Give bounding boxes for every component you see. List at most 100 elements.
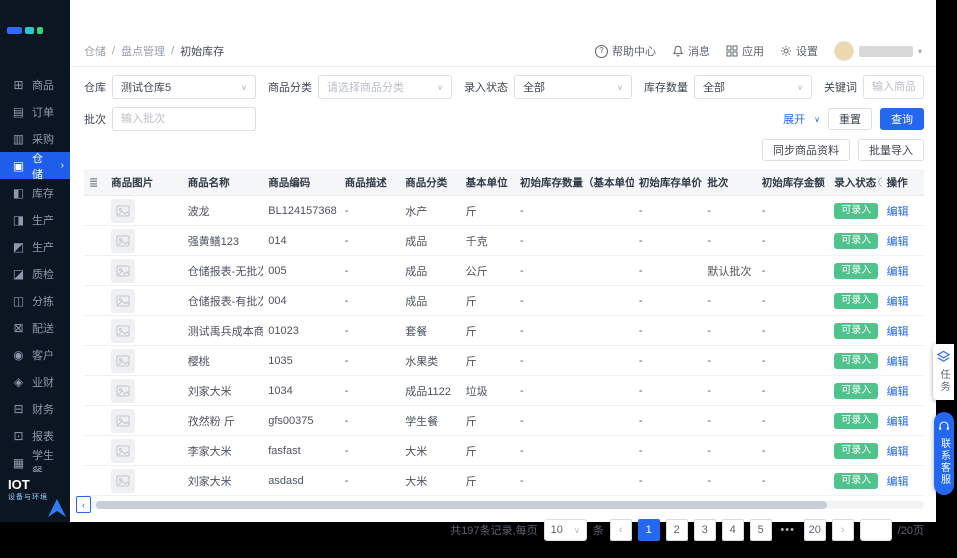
support-label: 联系客服 [938,438,950,486]
page-jump-suffix: /20页 [897,525,924,537]
edit-button[interactable]: 编辑 [887,206,909,218]
table-row: 刘家大米 1034 - 成品1122 垃圾 - - - - 可录入 编辑 [84,375,924,406]
user-menu[interactable]: ▾ [833,41,922,61]
sidebar-item-purchase[interactable]: ▥ 采购 [0,125,70,152]
edit-button[interactable]: 编辑 [887,266,909,278]
stock-qty-label: 库存数量 [644,82,688,94]
cell-product-category: 套餐 [400,315,461,346]
sidebar-item-label: 采购 [32,133,54,146]
prev-page-button[interactable]: ‹ [609,519,632,541]
expand-filters-link[interactable]: 展开 ∨ [783,111,820,127]
finance-icon: ⊟ [13,401,24,416]
sidebar-item-sorting[interactable]: ◫ 分拣 [0,287,70,314]
sidebar-item-quality[interactable]: ◪ 质检 [0,260,70,287]
cell-product-code: gfs00375 [263,405,340,436]
category-select[interactable]: 请选择商品分类 ∨ [318,75,452,99]
picture-icon [116,445,130,456]
edit-button[interactable]: 编辑 [887,386,909,398]
table-row: 强黄鳝123 014 - 成品 千克 - - - - 可录入 编辑 [84,225,924,256]
stock-qty-select[interactable]: 全部 ∨ [694,75,812,99]
cell-product-name: 刘家大米 [182,465,264,496]
cell-product-desc: - [339,195,401,226]
sidebar-item-orders[interactable]: ▤ 订单 [0,98,70,125]
scrollbar-thumb[interactable] [96,501,827,509]
sidebar-item-finance[interactable]: ⊟ 财务 [0,395,70,422]
sidebar-item-production[interactable]: ◨ 生产 [0,206,70,233]
picture-icon [116,325,130,336]
breadcrumb-section[interactable]: 盘点管理 [121,43,165,59]
search-button[interactable]: 查询 [880,108,924,130]
settings-label: 设置 [795,46,818,58]
cell-initial-qty: - [515,315,634,346]
keyword-input[interactable] [872,81,915,93]
sidebar-item-reports[interactable]: ⊡ 报表 [0,422,70,449]
cell-initial-qty: - [515,375,634,406]
edit-button[interactable]: 编辑 [887,446,909,458]
batch-import-button[interactable]: 批量导入 [858,139,924,161]
next-page-button[interactable]: › [831,519,854,541]
cell-base-unit: 斤 [460,315,515,346]
edit-button[interactable]: 编辑 [887,236,909,248]
warehouse-select[interactable]: 测试仓库5 ∨ [112,75,256,99]
batch-filter: 批次 [84,107,256,131]
orders-icon: ▤ [12,104,25,119]
cell-batch: - [702,405,757,436]
more-pages-icon[interactable]: ••• [778,520,798,540]
info-icon[interactable]: ⓘ [878,178,881,189]
sidebar-item-student-meal[interactable]: ▦ 学生餐 [0,449,70,473]
breadcrumb-separator: / [171,45,175,57]
delivery-icon: ⊠ [13,320,24,335]
page-button-20[interactable]: 20 [803,519,826,541]
edit-button[interactable]: 编辑 [887,416,909,428]
sidebar-item-production-2[interactable]: ◩ 生产 [0,233,70,260]
logo-bar-icon [7,26,22,34]
column-settings-icon[interactable]: ≣ [89,177,98,189]
edit-button[interactable]: 编辑 [887,326,909,338]
table-row: 仓储报表-无批次 005 - 成品 公斤 - - 默认批次 - 可录入 编辑 [84,255,924,286]
sidebar-item-biz-finance[interactable]: ◈ 业财 [0,368,70,395]
entry-status-select[interactable]: 全部 ∨ [514,75,632,99]
help-center-button[interactable]: ? 帮助中心 [594,43,656,59]
page-size-select[interactable]: 10 ∨ [543,519,587,541]
edit-button[interactable]: 编辑 [887,356,909,368]
sidebar-item-goods[interactable]: ⊞ 商品 [0,71,70,98]
page-button-5[interactable]: 5 [749,519,772,541]
production-icon: ◩ [12,239,25,254]
page-button-2[interactable]: 2 [665,519,688,541]
cell-product-code: 004 [263,285,340,316]
page-button-3[interactable]: 3 [693,519,716,541]
product-image-placeholder [111,288,136,313]
contact-support-button[interactable]: 联系客服 [934,412,954,495]
avatar [833,41,854,61]
cell-base-unit: 公斤 [460,255,515,286]
sidebar-item-delivery[interactable]: ⊠ 配送 [0,314,70,341]
cell-product-desc: - [339,435,401,466]
messages-button[interactable]: 消息 [672,43,710,59]
batch-input[interactable] [121,113,247,125]
picture-icon [116,385,130,396]
status-badge: 可录入 [834,202,879,219]
reset-button[interactable]: 重置 [828,108,872,130]
task-panel-button[interactable]: 任务 [933,344,954,400]
settings-button[interactable]: 设置 [780,43,818,59]
biz-finance-icon: ◈ [13,374,24,389]
sidebar-item-customers[interactable]: ◉ 客户 [0,341,70,368]
edit-button[interactable]: 编辑 [887,296,909,308]
scroll-left-button[interactable]: ‹ [76,496,91,513]
cell-initial-qty: - [515,435,634,466]
sidebar-item-label: 商品 [32,79,54,92]
col-initial-price: 初始库存单价 [633,169,703,196]
edit-button[interactable]: 编辑 [887,476,909,488]
help-icon: ? [594,44,608,58]
sidebar-item-inventory[interactable]: ◧ 库存 [0,179,70,206]
cell-product-category: 成品1122 [400,375,461,406]
sidebar-item-label: 质检 [32,268,54,281]
breadcrumb-root[interactable]: 仓储 [84,43,106,59]
page-jump-input[interactable] [859,519,892,541]
apps-button[interactable]: 应用 [726,43,764,59]
sidebar-item-warehouse[interactable]: ▣ 仓储 › [0,152,70,181]
page-button-4[interactable]: 4 [721,519,744,541]
page-button-1[interactable]: 1 [637,519,660,541]
horizontal-scrollbar[interactable]: ‹ [76,496,924,513]
sync-products-button[interactable]: 同步商品资料 [762,139,850,161]
